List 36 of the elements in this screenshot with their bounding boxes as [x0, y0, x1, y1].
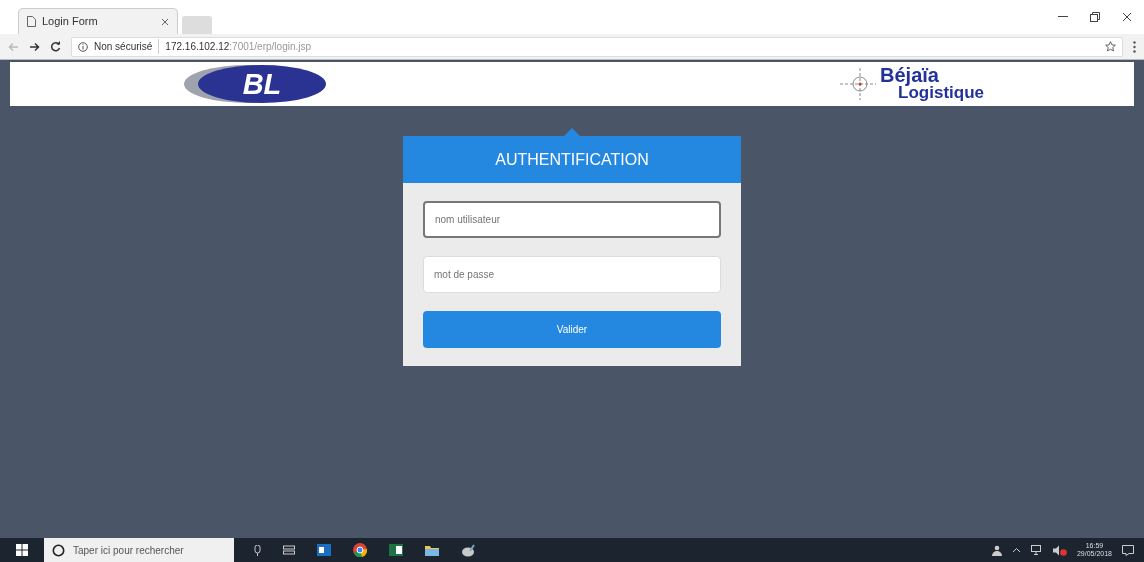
url-path: :7001/erp/login.jsp [229, 41, 312, 52]
minimize-icon[interactable] [1058, 16, 1068, 18]
logo-text: Logistique [898, 85, 984, 102]
info-icon [78, 41, 88, 52]
compass-icon [838, 67, 879, 101]
start-icon[interactable] [16, 544, 28, 556]
menu-icon[interactable] [1133, 40, 1136, 53]
security-label: Non sécurisé [94, 40, 153, 54]
paint-app-icon[interactable] [461, 543, 475, 557]
spreadsheet-app-icon[interactable] [389, 544, 403, 556]
browser-tab[interactable]: Login Form [18, 8, 178, 34]
star-icon[interactable] [1105, 41, 1116, 52]
mail-app-icon[interactable] [317, 544, 331, 556]
notification-icon[interactable] [1122, 544, 1134, 556]
page-icon [27, 16, 36, 27]
close-tab-icon[interactable] [161, 17, 169, 26]
address-bar[interactable]: Non sécurisé 172.16.102.12:7001/erp/login.jsp [71, 36, 1123, 57]
chevron-up-icon[interactable] [1011, 547, 1021, 553]
taskbar-search[interactable]: Taper ici pour rechercher [44, 538, 234, 562]
microphone-icon[interactable] [254, 544, 261, 556]
browser-app-icon[interactable] [353, 543, 367, 557]
person-icon[interactable] [991, 544, 1002, 556]
submit-button[interactable]: Valider [423, 311, 721, 348]
reload-icon[interactable] [50, 41, 61, 52]
restore-icon[interactable] [1090, 12, 1100, 22]
forward-icon[interactable] [29, 41, 40, 52]
speaker-muted-icon[interactable] [1052, 544, 1067, 556]
search-icon [52, 543, 65, 557]
card-title: AUTHENTIFICATION [403, 136, 741, 183]
tab-title: Login Form [42, 14, 98, 30]
url-host: 172.16.102.12 [165, 41, 230, 52]
folder-icon[interactable] [425, 544, 439, 556]
close-icon[interactable] [1122, 12, 1132, 22]
input-field[interactable]: nom utilisateur [423, 201, 721, 238]
task-view-icon[interactable] [283, 545, 295, 555]
logo-text: Béjaïa [880, 66, 939, 86]
